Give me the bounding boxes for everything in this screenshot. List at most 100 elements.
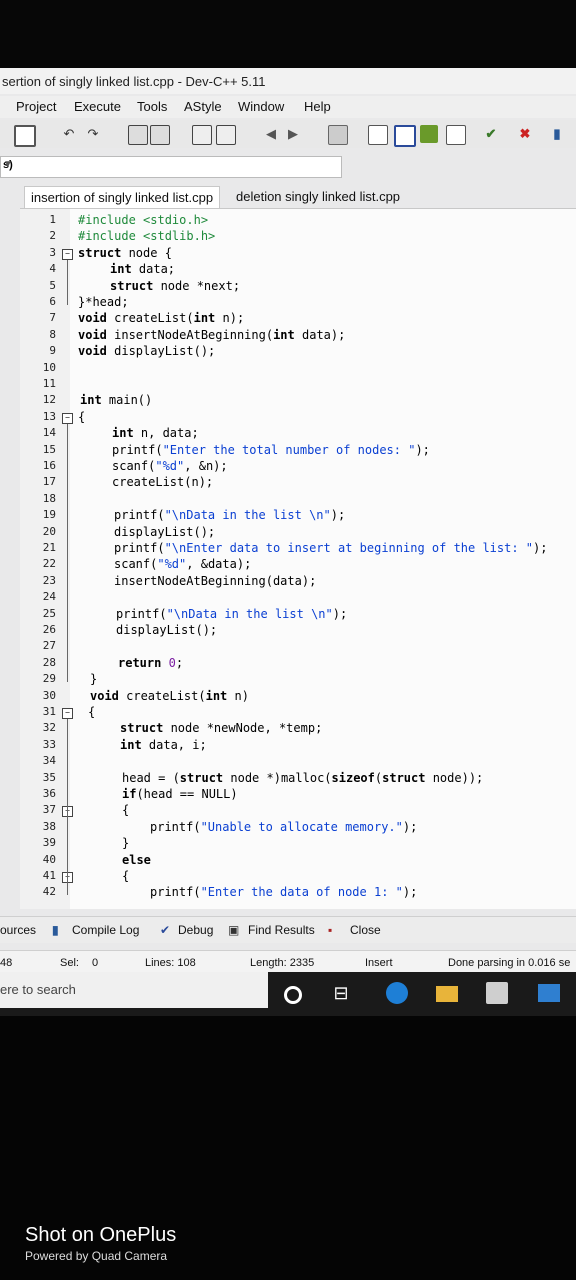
line-number: 1 xyxy=(49,213,56,226)
tab-debug[interactable]: Debug xyxy=(178,923,213,937)
code-line[interactable]: { xyxy=(122,803,129,817)
code-line[interactable]: else xyxy=(122,853,151,867)
line-number: 22 xyxy=(42,557,56,571)
redo-icon[interactable]: ↷ xyxy=(84,125,102,143)
code-line[interactable]: scanf("%d", &data); xyxy=(114,557,251,571)
code-line[interactable]: printf("\nData in the list \n"); xyxy=(114,508,345,522)
replace-icon[interactable] xyxy=(150,125,170,145)
menu-tools[interactable]: Tools xyxy=(137,99,167,114)
line-number: 31 xyxy=(42,705,56,718)
line-number: 5 xyxy=(49,278,56,292)
tab-deletion[interactable]: deletion singly linked list.cpp xyxy=(230,186,406,208)
title-bar: sertion of singly linked list.cpp - Dev-… xyxy=(0,68,576,94)
code-editor[interactable]: 1 2 3 4 5 6 7 8 9 10 11 12 13 14 15 16 17 18 19 20 21 22 23 24 2… xyxy=(20,208,576,909)
code-line[interactable]: printf("Enter the total number of nodes:… xyxy=(112,443,430,457)
taskbar-search[interactable]: ere to search xyxy=(0,972,268,1008)
code-line[interactable]: #include <stdlib.h> xyxy=(78,229,215,243)
check-icon[interactable]: ✔ xyxy=(482,125,500,143)
code-line[interactable]: int data, i; xyxy=(120,738,207,752)
edge-icon[interactable] xyxy=(386,982,408,1004)
tab-find-results[interactable]: Find Results xyxy=(248,923,315,937)
undo-icon[interactable]: ↶ xyxy=(60,125,78,143)
indent-right-icon[interactable]: ▶ xyxy=(284,125,302,143)
goto-line-icon[interactable] xyxy=(216,125,236,145)
code-line[interactable]: printf("\nData in the list \n"); xyxy=(116,607,347,621)
menu-window[interactable]: Window xyxy=(238,99,284,114)
code-line[interactable]: insertNodeAtBeginning(data); xyxy=(114,574,316,588)
code-line[interactable]: { xyxy=(88,705,95,719)
code-line[interactable]: scanf("%d", &n); xyxy=(112,459,228,473)
line-number: 9 xyxy=(49,344,56,358)
file-explorer-icon[interactable] xyxy=(436,986,458,1002)
cortana-icon[interactable] xyxy=(284,986,302,1004)
code-line[interactable]: } xyxy=(90,672,97,686)
fold-toggle-icon[interactable]: − xyxy=(62,248,73,260)
toggle-bookmark-icon[interactable] xyxy=(192,125,212,145)
run-icon[interactable] xyxy=(446,125,466,145)
code-line[interactable]: void createList(int n) xyxy=(90,689,249,703)
line-gutter: 1 2 3 4 5 6 7 8 9 10 11 12 13 14 15 16 17 18 19 20 21 22 23 24 2… xyxy=(20,209,73,909)
grid-icon[interactable] xyxy=(368,125,388,145)
tab-close[interactable]: Close xyxy=(350,923,381,937)
menu-execute[interactable]: Execute xyxy=(74,99,121,114)
print-icon[interactable] xyxy=(14,125,36,147)
fold-toggle-icon[interactable]: − xyxy=(62,412,73,424)
code-line[interactable]: void displayList(); xyxy=(78,344,215,358)
mail-icon[interactable] xyxy=(538,984,560,1002)
tab-compile-log[interactable]: Compile Log xyxy=(72,923,139,937)
code-line[interactable]: return 0; xyxy=(118,656,183,670)
code-line[interactable]: void createList(int n); xyxy=(78,311,244,325)
class-combo[interactable]: s) ▼ xyxy=(0,156,342,178)
code-line[interactable]: }*head; xyxy=(78,295,129,309)
line-number: 38 xyxy=(42,819,56,833)
find-icon[interactable] xyxy=(128,125,148,145)
code-line[interactable]: displayList(); xyxy=(116,623,217,637)
code-line[interactable]: head = (struct node *)malloc(sizeof(stru… xyxy=(122,771,483,785)
tab-resources[interactable]: ources xyxy=(0,923,36,937)
line-number: 14 xyxy=(42,426,56,440)
line-number: 7 xyxy=(49,311,56,325)
menu-help[interactable]: Help xyxy=(304,99,331,114)
new-class-icon[interactable] xyxy=(328,125,348,145)
line-number: 39 xyxy=(42,836,56,850)
line-number: 21 xyxy=(42,541,56,554)
tab-insertion[interactable]: insertion of singly linked list.cpp xyxy=(24,186,221,208)
line-number: 12 xyxy=(42,393,56,407)
stop-icon[interactable]: ✖ xyxy=(516,125,534,143)
fold-toggle-icon[interactable]: − xyxy=(62,708,73,719)
code-line[interactable]: #include <stdio.h> xyxy=(78,213,208,227)
chart-icon[interactable]: ▮ xyxy=(548,125,566,143)
code-line[interactable]: struct node *next; xyxy=(110,279,240,293)
indent-left-icon[interactable]: ◀ xyxy=(262,125,280,143)
window-icon[interactable] xyxy=(394,125,416,147)
code-line[interactable]: int n, data; xyxy=(112,426,199,440)
code-line[interactable]: int main() xyxy=(80,393,152,407)
code-line[interactable]: if(head == NULL) xyxy=(122,787,238,801)
window-title: sertion of singly linked list.cpp - Dev-… xyxy=(2,74,266,89)
code-line[interactable]: struct node *newNode, *temp; xyxy=(120,721,322,735)
chevron-down-icon[interactable]: ▼ xyxy=(3,159,338,170)
fold-guide xyxy=(67,423,68,683)
code-line[interactable]: printf("Enter the data of node 1: "); xyxy=(150,885,417,899)
status-sel-label: Sel: xyxy=(60,957,79,969)
bottom-panel-tabs: ources ▮ Compile Log ✔ Debug ▣ Find Resu… xyxy=(0,916,576,943)
code-line[interactable]: displayList(); xyxy=(114,525,215,539)
store-icon[interactable] xyxy=(486,982,508,1004)
code-line[interactable]: void insertNodeAtBeginning(int data); xyxy=(78,328,345,342)
status-message: Done parsing in 0.016 se xyxy=(448,957,571,969)
code-line[interactable]: { xyxy=(122,869,129,883)
task-view-icon[interactable]: ⊟ xyxy=(330,982,352,1004)
status-bar: 48 Sel: 0 Lines: 108 Length: 2335 Insert… xyxy=(0,950,576,973)
code-line[interactable]: createList(n); xyxy=(112,475,213,489)
menu-project[interactable]: Project xyxy=(16,99,56,114)
compile-icon[interactable] xyxy=(420,125,438,143)
line-number: 8 xyxy=(49,327,56,341)
menu-astyle[interactable]: AStyle xyxy=(184,99,222,114)
code-line[interactable]: } xyxy=(122,836,129,850)
code-line[interactable]: { xyxy=(78,410,85,424)
code-line[interactable]: printf("\nEnter data to insert at beginn… xyxy=(114,541,548,555)
code-line[interactable]: struct node { xyxy=(78,246,172,260)
code-line[interactable]: int data; xyxy=(110,262,175,276)
watermark-subtitle: Powered by Quad Camera xyxy=(25,1249,168,1263)
code-line[interactable]: printf("Unable to allocate memory."); xyxy=(150,820,417,834)
